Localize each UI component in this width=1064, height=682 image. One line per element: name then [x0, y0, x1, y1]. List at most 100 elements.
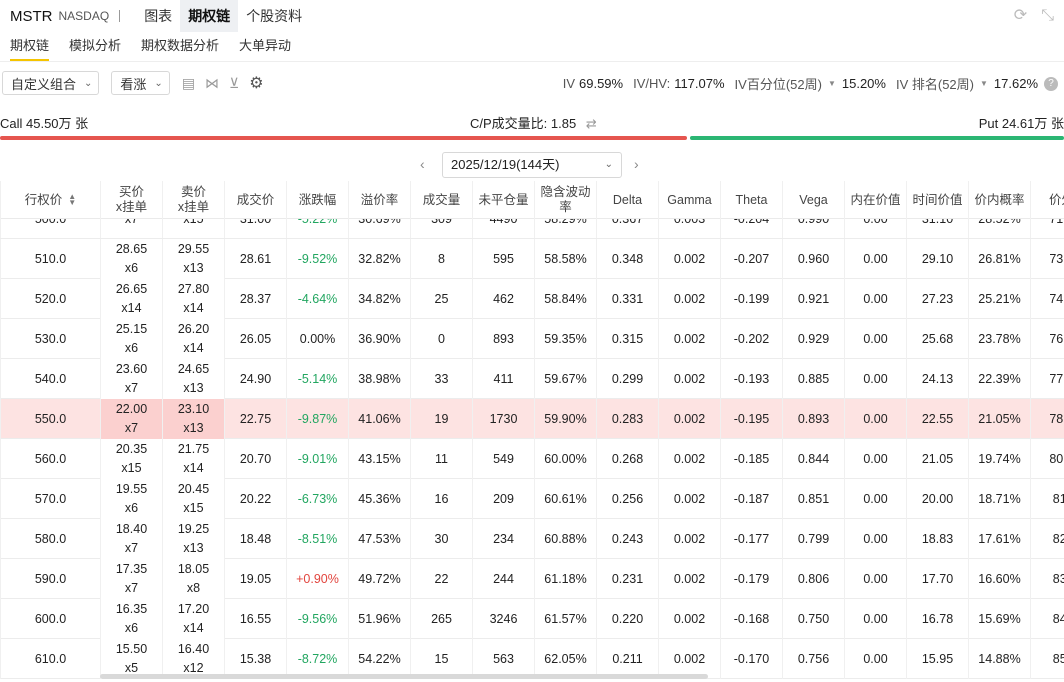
cell-bid[interactable]: 17.35 x7	[100, 559, 162, 599]
cell-time-value[interactable]: 20.00	[906, 479, 968, 519]
cell-ask[interactable]: 16.40 x12	[162, 639, 224, 679]
table-row[interactable]: 520.0 26.65 x14 27.80 x14 28.37 -4.64% 34.82% 25…	[0, 279, 1064, 319]
tab-stock-profile[interactable]: 个股资料	[238, 0, 310, 32]
cell-oi[interactable]: 462	[472, 279, 534, 319]
cell-last[interactable]: 28.61	[224, 239, 286, 279]
cell-theta[interactable]: -0.187	[720, 479, 782, 519]
cell-time-value[interactable]: 22.55	[906, 399, 968, 439]
cell-bid[interactable]: 15.50 x5	[100, 639, 162, 679]
cell-theta[interactable]: -0.202	[720, 319, 782, 359]
tab-option-chain[interactable]: 期权链	[180, 0, 239, 32]
cell-time-value[interactable]: 18.83	[906, 519, 968, 559]
cell-gamma[interactable]: 0.003	[658, 219, 720, 238]
refresh-icon[interactable]: ⟳	[1014, 7, 1027, 25]
cell-delta[interactable]: 0.315	[596, 319, 658, 359]
cell-premium[interactable]: 41.06%	[348, 399, 410, 439]
cell-ask[interactable]: 20.45 x15	[162, 479, 224, 519]
cell-change[interactable]: -5.14%	[286, 359, 348, 399]
cell-time-value[interactable]: 31.10	[906, 219, 968, 238]
cell-delta[interactable]: 0.231	[596, 559, 658, 599]
cell-oi[interactable]: 1730	[472, 399, 534, 439]
cell-ask[interactable]: 18.05 x8	[162, 559, 224, 599]
col-header-bid[interactable]: 买价 x挂单	[100, 181, 162, 219]
col-header-iv[interactable]: 隐含波动率	[534, 181, 596, 219]
cell-vega[interactable]: 0.893	[782, 399, 844, 439]
cell-gamma[interactable]: 0.002	[658, 279, 720, 319]
cell-change[interactable]: -9.87%	[286, 399, 348, 439]
cell-delta[interactable]: 0.331	[596, 279, 658, 319]
cell-gamma[interactable]: 0.002	[658, 399, 720, 439]
table-row[interactable]: 550.0 22.00 x7 23.10 x13 22.75 -9.87% 41.06% 19 1…	[0, 399, 1064, 439]
cell-iv[interactable]: 60.00%	[534, 439, 596, 479]
cell-intrinsic[interactable]: 0.00	[844, 479, 906, 519]
cell-strike[interactable]: 520.0	[0, 279, 100, 319]
table-row[interactable]: 590.0 17.35 x7 18.05 x8 19.05 +0.90% 49.72% 22 24…	[0, 559, 1064, 599]
cell-bid[interactable]: x7	[100, 219, 162, 238]
cell-oi[interactable]: 234	[472, 519, 534, 559]
cell-theta[interactable]: -0.193	[720, 359, 782, 399]
cell-time-value[interactable]: 24.13	[906, 359, 968, 399]
cell-strike[interactable]: 530.0	[0, 319, 100, 359]
cell-vega[interactable]: 0.960	[782, 239, 844, 279]
cell-itm-prob[interactable]: 16.60%	[968, 559, 1030, 599]
cell-vega[interactable]: 0.799	[782, 519, 844, 559]
col-header-itm-prob[interactable]: 价内概率	[968, 181, 1030, 219]
col-header-premium[interactable]: 溢价率	[348, 181, 410, 219]
cell-last[interactable]: 24.90	[224, 359, 286, 399]
combo-select[interactable]: 自定义组合 ⌄	[2, 71, 100, 95]
cell-volume[interactable]: 22	[410, 559, 472, 599]
cell-intrinsic[interactable]: 0.00	[844, 639, 906, 679]
cell-volume[interactable]: 16	[410, 479, 472, 519]
cell-last[interactable]: 26.05	[224, 319, 286, 359]
cell-premium[interactable]: 45.36%	[348, 479, 410, 519]
swap-icon[interactable]: ⇄	[586, 116, 597, 131]
cell-vega[interactable]: 0.921	[782, 279, 844, 319]
table-row[interactable]: 580.0 18.40 x7 19.25 x13 18.48 -8.51% 47.53% 30 2…	[0, 519, 1064, 559]
cell-iv[interactable]: 60.61%	[534, 479, 596, 519]
table-row[interactable]: 600.0 16.35 x6 17.20 x14 16.55 -9.56% 51.96% 265…	[0, 599, 1064, 639]
cell-iv[interactable]: 59.35%	[534, 319, 596, 359]
cell-time-value[interactable]: 29.10	[906, 239, 968, 279]
col-header-last[interactable]: 成交价	[224, 181, 286, 219]
cell-premium[interactable]: 49.72%	[348, 559, 410, 599]
cell-ask[interactable]: 23.10 x13	[162, 399, 224, 439]
cell-vega[interactable]: 0.806	[782, 559, 844, 599]
cell-volume[interactable]: 265	[410, 599, 472, 639]
cell-itm-prob[interactable]: 25.21%	[968, 279, 1030, 319]
cell-last[interactable]: 20.22	[224, 479, 286, 519]
cell-theta[interactable]: -0.195	[720, 399, 782, 439]
subtab-simulation[interactable]: 模拟分析	[59, 33, 131, 61]
cell-iv[interactable]: 59.90%	[534, 399, 596, 439]
filter-icon[interactable]: ⊻	[229, 75, 239, 92]
cell-intrinsic[interactable]: 0.00	[844, 359, 906, 399]
cell-oi[interactable]: 563	[472, 639, 534, 679]
cell-ask[interactable]: 19.25 x13	[162, 519, 224, 559]
cell-change[interactable]: -9.52%	[286, 239, 348, 279]
help-icon[interactable]: ?	[1044, 76, 1058, 91]
cell-volume[interactable]: 15	[410, 639, 472, 679]
cell-intrinsic[interactable]: 0.00	[844, 399, 906, 439]
cell-premium[interactable]: 47.53%	[348, 519, 410, 559]
cell-time-value[interactable]: 27.23	[906, 279, 968, 319]
cell-time-value[interactable]: 21.05	[906, 439, 968, 479]
table-row[interactable]: 610.0 15.50 x5 16.40 x12 15.38 -8.72% 54.22% 15 5…	[0, 639, 1064, 679]
cell-premium[interactable]: 34.82%	[348, 279, 410, 319]
cell-last[interactable]: 20.70	[224, 439, 286, 479]
cell-bid[interactable]: 16.35 x6	[100, 599, 162, 639]
cell-last[interactable]: 16.55	[224, 599, 286, 639]
cell-otm[interactable]: 81.	[1030, 479, 1064, 519]
col-header-delta[interactable]: Delta	[596, 181, 658, 219]
cell-gamma[interactable]: 0.002	[658, 639, 720, 679]
cell-change[interactable]: -5.22%	[286, 219, 348, 238]
cell-itm-prob[interactable]: 22.39%	[968, 359, 1030, 399]
cell-strike[interactable]: 500.0	[0, 219, 100, 238]
cell-otm[interactable]: 76.2	[1030, 319, 1064, 359]
cell-ask[interactable]: x15	[162, 219, 224, 238]
cell-otm[interactable]: 73.1	[1030, 239, 1064, 279]
cell-gamma[interactable]: 0.002	[658, 239, 720, 279]
cell-intrinsic[interactable]: 0.00	[844, 219, 906, 238]
cell-intrinsic[interactable]: 0.00	[844, 279, 906, 319]
cell-intrinsic[interactable]: 0.00	[844, 439, 906, 479]
cell-vega[interactable]: 0.750	[782, 599, 844, 639]
cell-bid[interactable]: 26.65 x14	[100, 279, 162, 319]
